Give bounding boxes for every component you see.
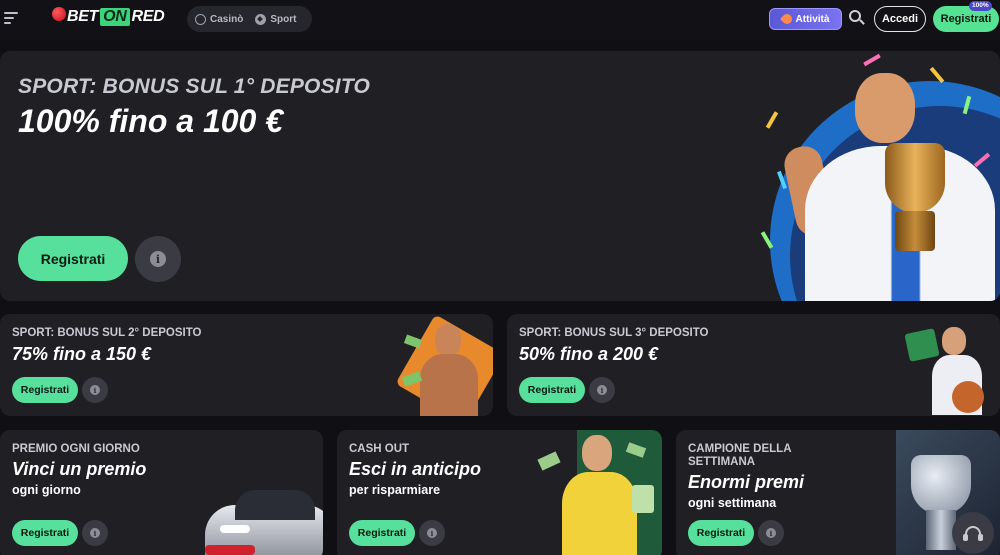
hero-register-button[interactable]: Registrati <box>18 236 128 281</box>
betonred-logo[interactable]: BET ON RED <box>52 7 165 26</box>
soccer-ball-icon <box>255 13 267 25</box>
promo-title: 75% fino a 150 € <box>12 344 152 364</box>
top-header: BET ON RED Casinò Sport Attività Accedi … <box>0 0 1000 40</box>
hero-subtitle: SPORT: BONUS SUL 1° DEPOSITO <box>18 75 371 98</box>
promo-subtitle: SPORT: BONUS SUL 3° DEPOSITO <box>519 327 709 339</box>
info-icon: i <box>427 528 437 538</box>
feature-subtitle: CASH OUT <box>349 443 410 455</box>
support-chat-button[interactable] <box>952 512 994 554</box>
promo-info-button[interactable]: i <box>589 377 615 403</box>
hero-title: 100% fino a 100 € <box>18 103 284 139</box>
promo-info-button[interactable]: i <box>82 377 108 403</box>
feature-info-button[interactable]: i <box>82 520 108 546</box>
feature-title: Enormi premi <box>688 472 805 492</box>
hamburger-menu-icon[interactable] <box>4 12 18 24</box>
info-icon: i <box>150 251 166 267</box>
feature-title: Esci in anticipo <box>349 459 482 479</box>
feature-subtitle-line1: CAMPIONE DELLA <box>688 443 792 455</box>
nav-casino[interactable]: Casinò <box>195 13 243 25</box>
feature-register-button[interactable]: Registrati <box>349 520 415 546</box>
casino-chip-icon <box>195 13 206 25</box>
feature-info-button[interactable]: i <box>758 520 784 546</box>
rocket-icon <box>779 11 794 27</box>
feature-info-button[interactable]: i <box>419 520 445 546</box>
promo-title: 50% fino a 200 € <box>519 344 659 364</box>
promo-card-3rd-deposit: SPORT: BONUS SUL 3° DEPOSITO 50% fino a … <box>507 314 1000 416</box>
feature-register-button[interactable]: Registrati <box>12 520 78 546</box>
promo-subtitle: SPORT: BONUS SUL 2° DEPOSITO <box>12 327 202 339</box>
search-icon[interactable] <box>849 10 865 26</box>
headset-icon <box>963 526 983 541</box>
logo-ball-icon <box>52 7 66 21</box>
feature-register-button[interactable]: Registrati <box>688 520 754 546</box>
feature-title: Vinci un premio <box>12 459 147 479</box>
login-button[interactable]: Accedi <box>874 6 926 32</box>
feature-card-daily-prize: PREMIO OGNI GIORNO Vinci un premio ogni … <box>0 430 323 555</box>
nav-sport[interactable]: Sport <box>255 13 296 25</box>
sports-car-image <box>195 470 323 555</box>
hero-info-button[interactable]: i <box>135 236 181 282</box>
man-with-cash-image <box>527 430 662 555</box>
feature-card-cash-out: CASH OUT Esci in anticipo per risparmiar… <box>337 430 662 555</box>
info-icon: i <box>90 528 100 538</box>
feature-subtitle: PREMIO OGNI GIORNO <box>12 443 140 455</box>
basketball-player-image <box>897 319 1000 416</box>
info-icon: i <box>597 385 607 395</box>
promo-register-button[interactable]: Registrati <box>519 377 585 403</box>
feature-description: ogni settimana <box>688 496 777 510</box>
promo-register-button[interactable]: Registrati <box>12 377 78 403</box>
activity-button[interactable]: Attività <box>769 8 842 30</box>
feature-subtitle-line2: SETTIMANA <box>688 456 756 468</box>
main-nav: Casinò Sport <box>187 6 312 32</box>
info-icon: i <box>766 528 776 538</box>
hero-banner: SPORT: BONUS SUL 1° DEPOSITO 100% fino a… <box>0 51 1000 301</box>
footballer-with-trophy-image <box>760 51 1000 301</box>
fighter-image <box>395 314 493 416</box>
feature-description: ogni giorno <box>12 483 81 497</box>
promo-card-2nd-deposit: SPORT: BONUS SUL 2° DEPOSITO 75% fino a … <box>0 314 493 416</box>
feature-description: per risparmiare <box>349 483 441 497</box>
info-icon: i <box>90 385 100 395</box>
progress-badge: 100% <box>969 1 992 11</box>
